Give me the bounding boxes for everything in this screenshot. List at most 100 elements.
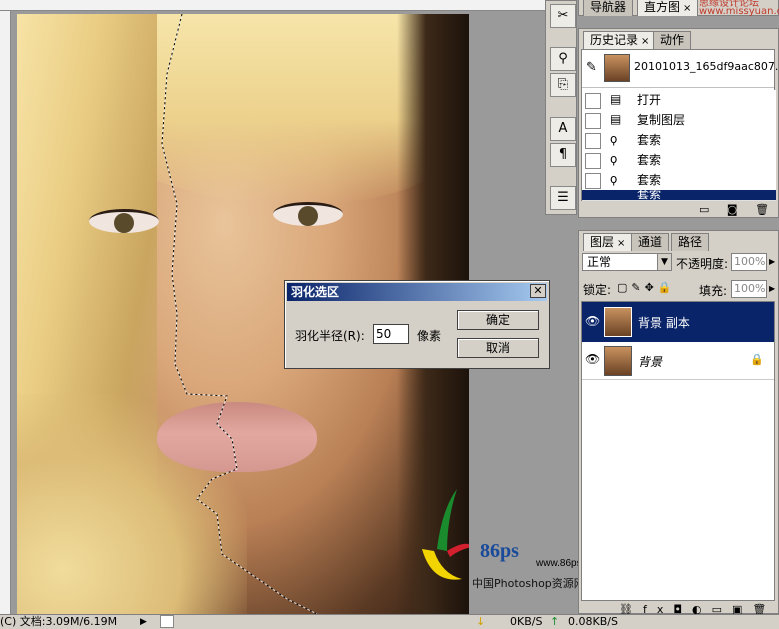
tab-histogram[interactable]: 直方图 × — [637, 0, 699, 16]
panel-icon-strip: ✂ ⚲ ⎘ A ¶ ☰ — [545, 0, 577, 215]
history-list: ✎ 20101013_165df9aac807... ▤ 打开 ▤ 复制图层 ϙ 套索… — [581, 49, 779, 201]
scroll-left-button[interactable] — [160, 615, 174, 628]
opacity-input[interactable]: 100% — [731, 253, 767, 271]
86ps-logo — [422, 489, 469, 580]
checkbox[interactable] — [585, 113, 601, 129]
document-icon: ▤ — [610, 92, 622, 106]
history-snapshot[interactable]: ✎ 20101013_165df9aac807... — [582, 50, 779, 88]
horizontal-ruler — [0, 0, 545, 11]
layer-name: 背景 副本 — [638, 316, 690, 330]
paragraph-icon[interactable]: ¶ — [550, 143, 576, 167]
history-item[interactable]: ϙ 套索 — [582, 150, 776, 171]
upload-speed: 0.08KB/S — [568, 615, 618, 628]
history-item-selected[interactable]: 套索 — [582, 190, 776, 201]
ok-button[interactable]: 确定 — [457, 310, 539, 330]
history-item[interactable]: ϙ 套索 — [582, 130, 776, 151]
layer-row[interactable]: 👁 背景 🔒 — [582, 342, 774, 380]
lasso-icon: ϙ — [610, 172, 618, 186]
lock-label: 锁定: — [583, 283, 612, 297]
fill-arrow-icon[interactable]: ▶ — [769, 284, 775, 293]
navigator-panel: 导航器 直方图× 思缘设计论坛 www.missyuan.com — [578, 0, 779, 16]
layers-list: 👁 背景 副本 👁 背景 🔒 — [581, 301, 775, 601]
tab-label: 历史记录 — [590, 33, 639, 47]
upload-icon: ↑ — [550, 615, 560, 628]
close-icon[interactable]: × — [683, 3, 691, 14]
history-item-label: 套索 — [637, 190, 662, 201]
checkbox[interactable] — [585, 173, 601, 189]
vertical-ruler — [0, 11, 11, 614]
snapshot-thumbnail — [604, 54, 630, 82]
watermark-site: 中国Photoshop资源网 — [472, 577, 585, 590]
history-footer-icons: ▭ ◙ 🗑 — [699, 203, 769, 216]
lasso-icon: ϙ — [610, 152, 618, 166]
history-item-label: 打开 — [637, 93, 662, 107]
blend-mode-select[interactable]: 正常 ▼ — [582, 253, 672, 271]
snapshot-brush-icon: ✎ — [586, 60, 597, 75]
tab-label: 路径 — [678, 235, 703, 249]
tab-label: 导航器 — [590, 0, 627, 14]
lock-icon: 🔒 — [750, 353, 764, 366]
layer-row-selected[interactable]: 👁 背景 副本 — [582, 302, 774, 342]
notes-icon[interactable]: ☰ — [550, 186, 576, 210]
history-item-label: 复制图层 — [637, 113, 686, 127]
download-speed: 0KB/S — [510, 615, 543, 628]
status-bar: (C) 文档:3.09M/6.19M ▶ ↓ 0KB/S ↑ 0.08KB/S — [0, 614, 779, 629]
layers-panel: 图层 × 通道 路径 正常 ▼ 不透明度: 100% ▶ 锁定: ▢✎✥🔒 填充:… — [578, 230, 779, 616]
cancel-button[interactable]: 取消 — [457, 338, 539, 358]
history-item-label: 套索 — [637, 133, 662, 147]
status-arrow-icon[interactable]: ▶ — [140, 615, 147, 629]
checkbox[interactable] — [585, 153, 601, 169]
feather-radius-input[interactable] — [373, 324, 409, 344]
download-icon: ↓ — [476, 615, 486, 628]
close-icon[interactable]: × — [617, 238, 625, 249]
tab-label: 动作 — [660, 33, 685, 47]
document-size: (C) 文档:3.09M/6.19M — [0, 615, 118, 628]
history-item-label: 套索 — [637, 153, 662, 167]
snapshot-name: 20101013_165df9aac807... — [634, 60, 779, 73]
clone-icon[interactable]: ⎘ — [550, 73, 576, 97]
tools-icon[interactable]: ✂ — [550, 4, 576, 28]
unit-label: 像素 — [417, 329, 442, 343]
eye-icon[interactable]: 👁 — [585, 314, 600, 328]
feather-radius-label: 羽化半径(R): — [295, 329, 365, 343]
opacity-arrow-icon[interactable]: ▶ — [769, 257, 775, 266]
tab-history[interactable]: 历史记录 × — [583, 31, 657, 49]
tab-label: 图层 — [590, 235, 615, 249]
layer-name: 背景 — [638, 355, 663, 369]
eye-icon[interactable]: 👁 — [585, 352, 600, 366]
history-item[interactable]: ϙ 套索 — [582, 170, 776, 191]
history-item-label: 套索 — [637, 173, 662, 187]
brush-icon[interactable]: ⚲ — [550, 47, 576, 71]
tab-paths[interactable]: 路径 — [671, 233, 710, 251]
opacity-label: 不透明度: — [676, 257, 729, 271]
character-icon[interactable]: A — [550, 117, 576, 141]
tab-actions[interactable]: 动作 — [653, 31, 692, 49]
lasso-icon: ϙ — [610, 132, 618, 146]
watermark-brand: 86ps — [480, 540, 519, 562]
chevron-down-icon[interactable]: ▼ — [657, 254, 671, 270]
trash-icon[interactable]: 🗑 — [755, 203, 769, 216]
document-icon: ▤ — [610, 112, 622, 126]
fill-input[interactable]: 100% — [731, 280, 767, 298]
tab-layers[interactable]: 图层 × — [583, 233, 633, 251]
fill-label: 填充: — [699, 284, 728, 298]
layer-thumbnail — [604, 307, 632, 337]
camera-icon[interactable]: ◙ — [727, 203, 738, 216]
history-item[interactable]: ▤ 复制图层 — [582, 110, 776, 131]
checkbox[interactable] — [585, 133, 601, 149]
blend-mode-value: 正常 — [587, 255, 612, 269]
checkbox[interactable] — [585, 93, 601, 109]
lock-icons[interactable]: ▢✎✥🔒 — [617, 281, 676, 294]
history-item[interactable]: ▤ 打开 — [582, 90, 776, 111]
feather-dialog: 羽化选区 ✕ 羽化半径(R): 像素 确定 取消 — [284, 280, 550, 369]
close-icon[interactable]: ✕ — [530, 284, 546, 298]
forum-watermark: 思缘设计论坛 www.missyuan.com — [699, 0, 779, 16]
tab-navigator[interactable]: 导航器 — [583, 0, 634, 16]
snapshot-doc-icon[interactable]: ▭ — [699, 203, 709, 216]
tab-channels[interactable]: 通道 — [631, 233, 670, 251]
tab-label: 通道 — [638, 235, 663, 249]
tab-label: 直方图 — [644, 0, 681, 14]
close-icon[interactable]: × — [641, 36, 649, 47]
layer-thumbnail — [604, 346, 632, 376]
dialog-title: 羽化选区 — [287, 283, 547, 301]
